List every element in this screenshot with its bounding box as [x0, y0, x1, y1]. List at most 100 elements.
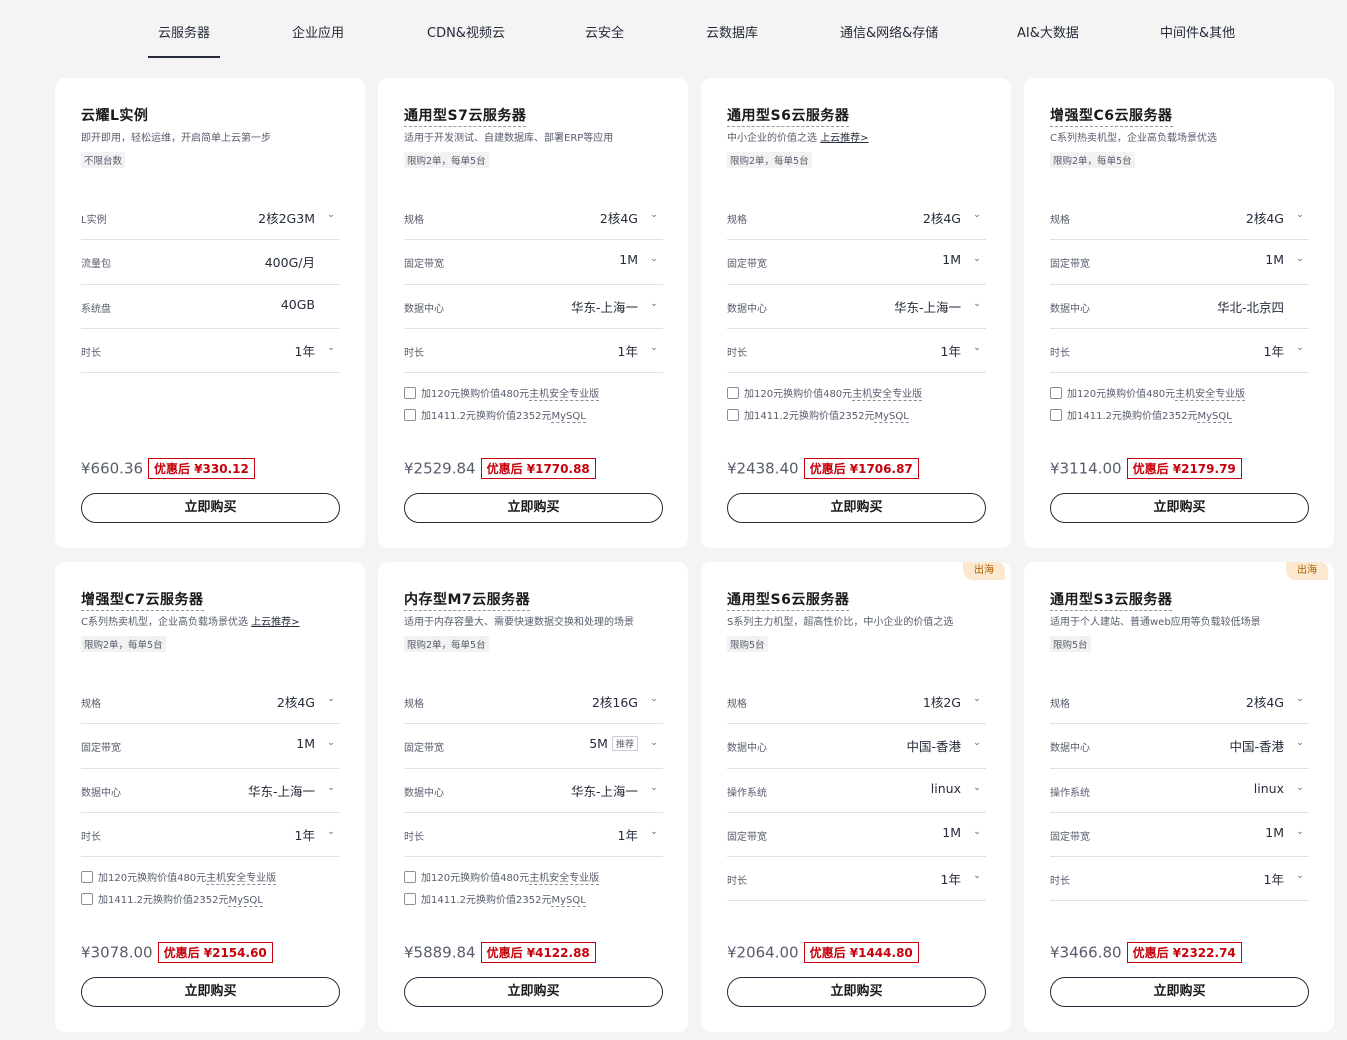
- chevron-down-icon[interactable]: ⌄: [1295, 738, 1305, 748]
- config-row[interactable]: 规格 2核4G ⌄: [1050, 196, 1309, 241]
- chevron-down-icon[interactable]: ⌄: [972, 738, 982, 748]
- product-title[interactable]: 通用型S7云服务器: [404, 105, 527, 127]
- config-value[interactable]: 中国-香港: [1229, 736, 1284, 755]
- config-value[interactable]: 华东-上海一: [894, 297, 961, 316]
- config-value[interactable]: 2核4G: [1246, 208, 1284, 227]
- config-row[interactable]: 规格 2核4G ⌄: [727, 196, 986, 241]
- addon-mysql[interactable]: 加1411.2元换购价值2352元MySQL: [404, 891, 586, 907]
- addon-mysql[interactable]: 加1411.2元换购价值2352元MySQL: [404, 407, 586, 423]
- config-value[interactable]: 华东-上海一: [571, 781, 638, 800]
- config-value[interactable]: 1M: [942, 252, 961, 267]
- chevron-down-icon[interactable]: ⌄: [649, 694, 659, 704]
- chevron-down-icon[interactable]: ⌄: [1295, 254, 1305, 264]
- checkbox[interactable]: [81, 871, 93, 883]
- config-row[interactable]: 时长 1年 ⌄: [81, 813, 340, 858]
- config-value[interactable]: 1M: [296, 736, 315, 751]
- tab-cloud-server[interactable]: 云服务器: [147, 22, 221, 58]
- chevron-down-icon[interactable]: ⌄: [1295, 210, 1305, 220]
- product-title[interactable]: 增强型C7云服务器: [81, 589, 204, 611]
- addon-link[interactable]: 主机安全专业版: [529, 873, 600, 885]
- addon-mysql[interactable]: 加1411.2元换购价值2352元MySQL: [1050, 407, 1232, 423]
- config-value[interactable]: 1年: [941, 341, 961, 360]
- config-row[interactable]: 规格 2核4G ⌄: [81, 680, 340, 725]
- buy-now-button[interactable]: 立即购买: [1050, 493, 1309, 523]
- config-row[interactable]: 规格 2核4G ⌄: [1050, 680, 1309, 725]
- config-row[interactable]: 固定带宽 1M ⌄: [727, 240, 986, 285]
- config-row[interactable]: 规格 2核4G ⌄: [404, 196, 663, 241]
- checkbox[interactable]: [404, 409, 416, 421]
- chevron-down-icon[interactable]: ⌄: [649, 210, 659, 220]
- chevron-down-icon[interactable]: ⌄: [326, 738, 336, 748]
- config-row[interactable]: 规格 2核16G ⌄: [404, 680, 663, 725]
- chevron-down-icon[interactable]: ⌄: [1295, 343, 1305, 353]
- config-row[interactable]: 时长 1年 ⌄: [1050, 329, 1309, 374]
- chevron-down-icon[interactable]: ⌄: [972, 343, 982, 353]
- chevron-down-icon[interactable]: ⌄: [649, 299, 659, 309]
- tab-cdn-video[interactable]: CDN&视频云: [427, 22, 505, 41]
- config-value[interactable]: 5M 推荐: [589, 736, 638, 752]
- config-row[interactable]: 时长 1年 ⌄: [81, 329, 340, 374]
- addon-host-security[interactable]: 加120元换购价值480元主机安全专业版: [1050, 385, 1246, 401]
- chevron-down-icon[interactable]: ⌄: [1295, 694, 1305, 704]
- chevron-down-icon[interactable]: ⌄: [1295, 783, 1305, 793]
- config-value[interactable]: 2核4G: [1246, 692, 1284, 711]
- addon-link[interactable]: MySQL: [874, 411, 909, 423]
- addon-link[interactable]: MySQL: [551, 411, 586, 423]
- buy-now-button[interactable]: 立即购买: [404, 977, 663, 1007]
- chevron-down-icon[interactable]: ⌄: [972, 783, 982, 793]
- addon-host-security[interactable]: 加120元换购价值480元主机安全专业版: [404, 869, 600, 885]
- chevron-down-icon[interactable]: ⌄: [649, 783, 659, 793]
- config-value[interactable]: 1年: [941, 869, 961, 888]
- recommend-link[interactable]: 上云推荐>: [251, 617, 299, 628]
- config-row[interactable]: 时长 1年 ⌄: [1050, 857, 1309, 902]
- config-value[interactable]: 1年: [1264, 869, 1284, 888]
- tab-ai-bigdata[interactable]: AI&大数据: [1017, 22, 1079, 41]
- checkbox[interactable]: [727, 387, 739, 399]
- chevron-down-icon[interactable]: ⌄: [326, 210, 336, 220]
- chevron-down-icon[interactable]: ⌄: [326, 694, 336, 704]
- addon-link[interactable]: MySQL: [228, 895, 263, 907]
- product-title[interactable]: 通用型S6云服务器: [727, 105, 850, 127]
- config-value[interactable]: 1年: [295, 341, 315, 360]
- config-value[interactable]: 2核4G: [277, 692, 315, 711]
- product-title[interactable]: 内存型M7云服务器: [404, 589, 531, 611]
- checkbox[interactable]: [1050, 409, 1062, 421]
- chevron-down-icon[interactable]: ⌄: [326, 783, 336, 793]
- chevron-down-icon[interactable]: ⌄: [1295, 827, 1305, 837]
- checkbox[interactable]: [81, 893, 93, 905]
- chevron-down-icon[interactable]: ⌄: [972, 871, 982, 881]
- config-row[interactable]: 时长 1年 ⌄: [404, 813, 663, 858]
- tab-cloud-database[interactable]: 云数据库: [706, 22, 758, 41]
- addon-mysql[interactable]: 加1411.2元换购价值2352元MySQL: [81, 891, 263, 907]
- tab-cloud-security[interactable]: 云安全: [585, 22, 624, 41]
- config-row[interactable]: 数据中心 华东-上海一 ⌄: [81, 769, 340, 813]
- addon-link[interactable]: 主机安全专业版: [529, 389, 600, 401]
- buy-now-button[interactable]: 立即购买: [1050, 977, 1309, 1007]
- config-row[interactable]: 数据中心 华东-上海一 ⌄: [404, 769, 663, 813]
- config-row[interactable]: 固定带宽 5M 推荐 ⌄: [404, 724, 663, 769]
- config-value[interactable]: 1年: [618, 341, 638, 360]
- chevron-down-icon[interactable]: ⌄: [972, 210, 982, 220]
- config-value[interactable]: 1M: [619, 252, 638, 267]
- config-row[interactable]: 固定带宽 1M ⌄: [1050, 240, 1309, 285]
- checkbox[interactable]: [727, 409, 739, 421]
- chevron-down-icon[interactable]: ⌄: [326, 827, 336, 837]
- config-value[interactable]: 1年: [1264, 341, 1284, 360]
- config-value[interactable]: linux: [1254, 781, 1284, 796]
- config-value[interactable]: 1M: [942, 825, 961, 840]
- chevron-down-icon[interactable]: ⌄: [326, 343, 336, 353]
- config-value[interactable]: linux: [931, 781, 961, 796]
- config-value[interactable]: 1M: [1265, 825, 1284, 840]
- addon-host-security[interactable]: 加120元换购价值480元主机安全专业版: [81, 869, 277, 885]
- chevron-down-icon[interactable]: ⌄: [972, 254, 982, 264]
- config-row[interactable]: L实例 2核2G3M ⌄: [81, 196, 340, 241]
- product-title[interactable]: 云耀L实例: [81, 105, 148, 126]
- config-row[interactable]: 时长 1年 ⌄: [727, 857, 986, 902]
- checkbox[interactable]: [1050, 387, 1062, 399]
- chevron-down-icon[interactable]: ⌄: [649, 827, 659, 837]
- config-row[interactable]: 时长 1年 ⌄: [727, 329, 986, 374]
- config-value[interactable]: 华东-上海一: [571, 297, 638, 316]
- config-value[interactable]: 1M: [1265, 252, 1284, 267]
- chevron-down-icon[interactable]: ⌄: [972, 827, 982, 837]
- product-title[interactable]: 通用型S6云服务器: [727, 589, 850, 611]
